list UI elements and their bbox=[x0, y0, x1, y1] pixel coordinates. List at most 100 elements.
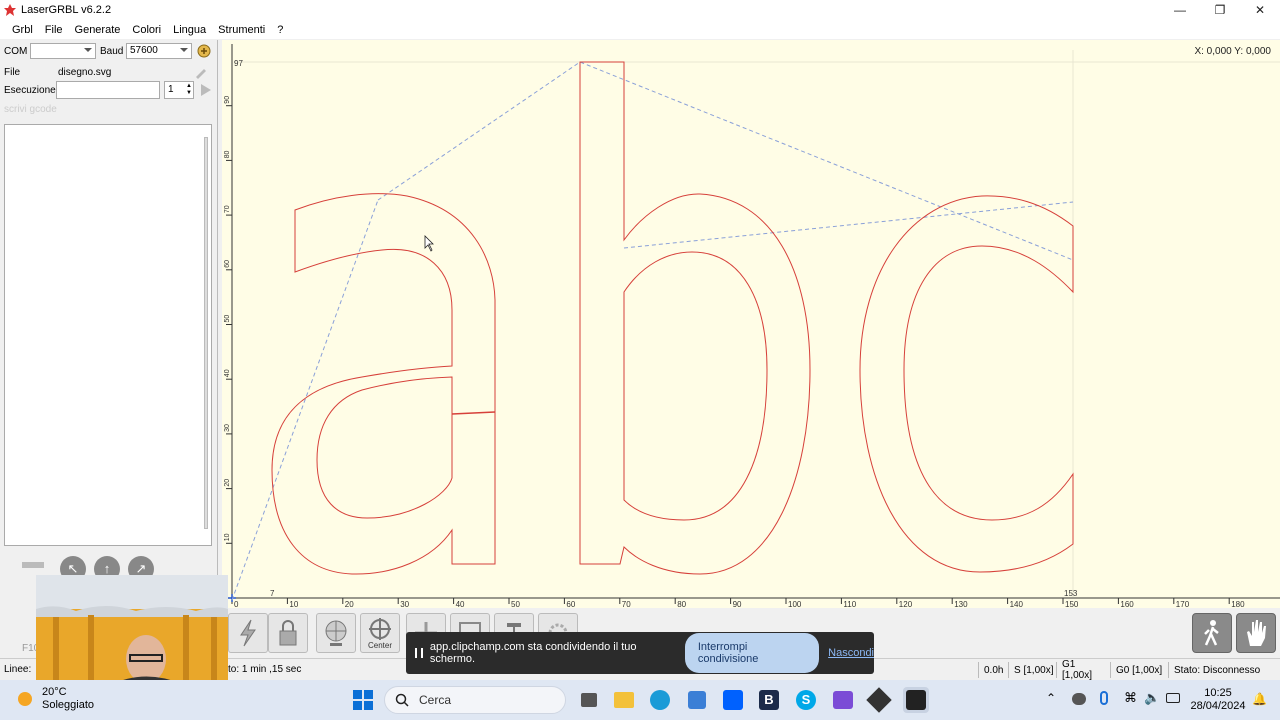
y-tick-label: 80 bbox=[224, 151, 231, 159]
x-tick-label: 70 bbox=[622, 600, 631, 608]
clipchamp-button[interactable] bbox=[830, 687, 856, 713]
windows-logo-icon bbox=[353, 690, 373, 710]
clock[interactable]: 10:25 28/04/2024 bbox=[1190, 687, 1246, 713]
skype-icon: S bbox=[796, 690, 816, 710]
y-tick-label: 50 bbox=[224, 315, 231, 323]
notification-bell-icon[interactable]: 🔔 bbox=[1252, 692, 1267, 706]
x-tick-label: 150 bbox=[1065, 600, 1079, 608]
pause-icon bbox=[415, 648, 423, 658]
lock-button[interactable] bbox=[268, 613, 308, 653]
travel-path bbox=[231, 61, 1074, 601]
arrow-up-icon: ↑ bbox=[103, 561, 111, 576]
restore-icon: ❐ bbox=[1214, 3, 1226, 17]
y-tick-label: 10 bbox=[224, 533, 231, 541]
menu-generate[interactable]: Generate bbox=[69, 24, 127, 36]
menu-file[interactable]: File bbox=[39, 24, 69, 36]
run-play-icon[interactable] bbox=[200, 83, 212, 97]
gcode-console[interactable] bbox=[4, 124, 212, 546]
globe-button[interactable] bbox=[316, 613, 356, 653]
search-placeholder: Cerca bbox=[419, 693, 452, 707]
temperature: 20°C bbox=[42, 686, 67, 698]
inkscape-icon bbox=[866, 687, 892, 713]
dropbox-icon bbox=[723, 690, 743, 710]
clock-time: 10:25 bbox=[1204, 687, 1232, 699]
center-label: Center bbox=[367, 640, 392, 650]
menu-strumenti[interactable]: Strumenti bbox=[212, 24, 271, 36]
connect-plug-icon bbox=[197, 44, 211, 58]
preview-canvas[interactable]: 97 10 20 30 40 50 60 70 80 90 7 153 0 10 20 30 40 50 6… bbox=[222, 40, 1280, 608]
left-panel: COM Baud 57600 File disegno.svg Esecuzio… bbox=[0, 40, 218, 658]
x-tick-label: 30 bbox=[400, 600, 409, 608]
laser-button[interactable] bbox=[228, 613, 268, 653]
x-tick-label: 130 bbox=[954, 600, 968, 608]
wifi-icon[interactable]: ⌘ bbox=[1124, 690, 1137, 706]
y-tick-label: 40 bbox=[224, 369, 231, 377]
x-tick-label: 160 bbox=[1120, 600, 1134, 608]
store-button[interactable] bbox=[684, 687, 710, 713]
com-label: COM bbox=[4, 45, 28, 57]
g1-override-cell[interactable]: G1 [1,00x] bbox=[1056, 659, 1108, 681]
taskview-button[interactable] bbox=[576, 687, 602, 713]
menu-colori[interactable]: Colori bbox=[126, 24, 167, 36]
menu-grbl[interactable]: Grbl bbox=[6, 24, 39, 36]
menu-lingua[interactable]: Lingua bbox=[167, 24, 212, 36]
x-tick-label: 180 bbox=[1231, 600, 1245, 608]
close-button[interactable]: ✕ bbox=[1240, 0, 1280, 20]
store-icon bbox=[688, 691, 706, 709]
b-app-button[interactable]: B bbox=[756, 687, 782, 713]
execution-count-stepper[interactable]: 1 ▲ ▼ bbox=[164, 81, 194, 99]
tray-chevron-icon[interactable]: ⌃ bbox=[1046, 691, 1056, 705]
dropbox-button[interactable] bbox=[720, 687, 746, 713]
open-file-icon[interactable] bbox=[194, 65, 208, 79]
skype-button[interactable]: S bbox=[793, 687, 819, 713]
lasergrbl-icon bbox=[906, 690, 926, 710]
chevron-down-icon bbox=[180, 48, 188, 52]
battery-icon[interactable] bbox=[1166, 693, 1180, 703]
stop-sharing-button[interactable]: Interrompi condivisione bbox=[684, 633, 820, 673]
app-logo-icon bbox=[4, 4, 16, 16]
microphone-icon[interactable] bbox=[1100, 691, 1108, 705]
g0-override-cell[interactable]: G0 [1,00x] bbox=[1110, 662, 1168, 678]
share-message: app.clipchamp.com sta condividendo il tu… bbox=[429, 641, 637, 665]
x-tick-label: 10 bbox=[289, 600, 298, 608]
minimize-button[interactable]: — bbox=[1160, 0, 1200, 20]
console-scrollbar[interactable] bbox=[204, 137, 208, 529]
inkscape-button[interactable] bbox=[866, 687, 892, 713]
speaker-icon[interactable]: 🔈 bbox=[1144, 690, 1160, 706]
connection-row: COM Baud 57600 bbox=[4, 43, 212, 59]
walk-button[interactable] bbox=[1192, 613, 1232, 653]
hide-banner-link[interactable]: Nascondi bbox=[828, 647, 874, 659]
weather-widget[interactable]: 20°C Soleggiato bbox=[14, 686, 94, 712]
menu-help[interactable]: ? bbox=[271, 24, 289, 36]
start-button[interactable] bbox=[352, 689, 374, 711]
x-tick-label: 20 bbox=[345, 600, 354, 608]
title-bar: LaserGRBL v6.2.2 — ❐ ✕ bbox=[0, 0, 1280, 20]
s-override-cell[interactable]: S [1,00x] bbox=[1008, 662, 1056, 678]
baud-select[interactable]: 57600 bbox=[126, 43, 192, 59]
edge-button[interactable] bbox=[647, 687, 673, 713]
lasergrbl-button[interactable] bbox=[903, 687, 929, 713]
file-row: File disegno.svg bbox=[4, 65, 208, 79]
center-button[interactable]: Center bbox=[360, 613, 400, 653]
tray-app-icon[interactable] bbox=[1072, 693, 1086, 705]
connect-button[interactable] bbox=[196, 43, 212, 59]
x-tick-label: 140 bbox=[1010, 600, 1024, 608]
y-tick-label: 70 bbox=[224, 205, 231, 213]
letter-c-path bbox=[859, 195, 1074, 573]
jog-home-button[interactable] bbox=[22, 562, 44, 568]
screen-share-banner: app.clipchamp.com sta condividendo il tu… bbox=[406, 632, 874, 674]
search-box[interactable]: Cerca bbox=[384, 686, 566, 714]
stop-button[interactable] bbox=[1236, 613, 1276, 653]
lock-icon bbox=[279, 620, 297, 646]
gcode-input[interactable]: scrivi gcode bbox=[4, 104, 57, 115]
weather-text: Soleggiato bbox=[42, 699, 94, 711]
explorer-button[interactable] bbox=[611, 687, 637, 713]
crosshair-icon bbox=[369, 617, 391, 640]
x-tick-label: 100 bbox=[788, 600, 802, 608]
baud-label: Baud bbox=[100, 45, 124, 57]
x-tick-label: 170 bbox=[1176, 600, 1190, 608]
maximize-button[interactable]: ❐ bbox=[1200, 0, 1240, 20]
sun-icon bbox=[18, 692, 32, 706]
x-tick-label: 90 bbox=[733, 600, 742, 608]
com-select[interactable] bbox=[30, 43, 96, 59]
